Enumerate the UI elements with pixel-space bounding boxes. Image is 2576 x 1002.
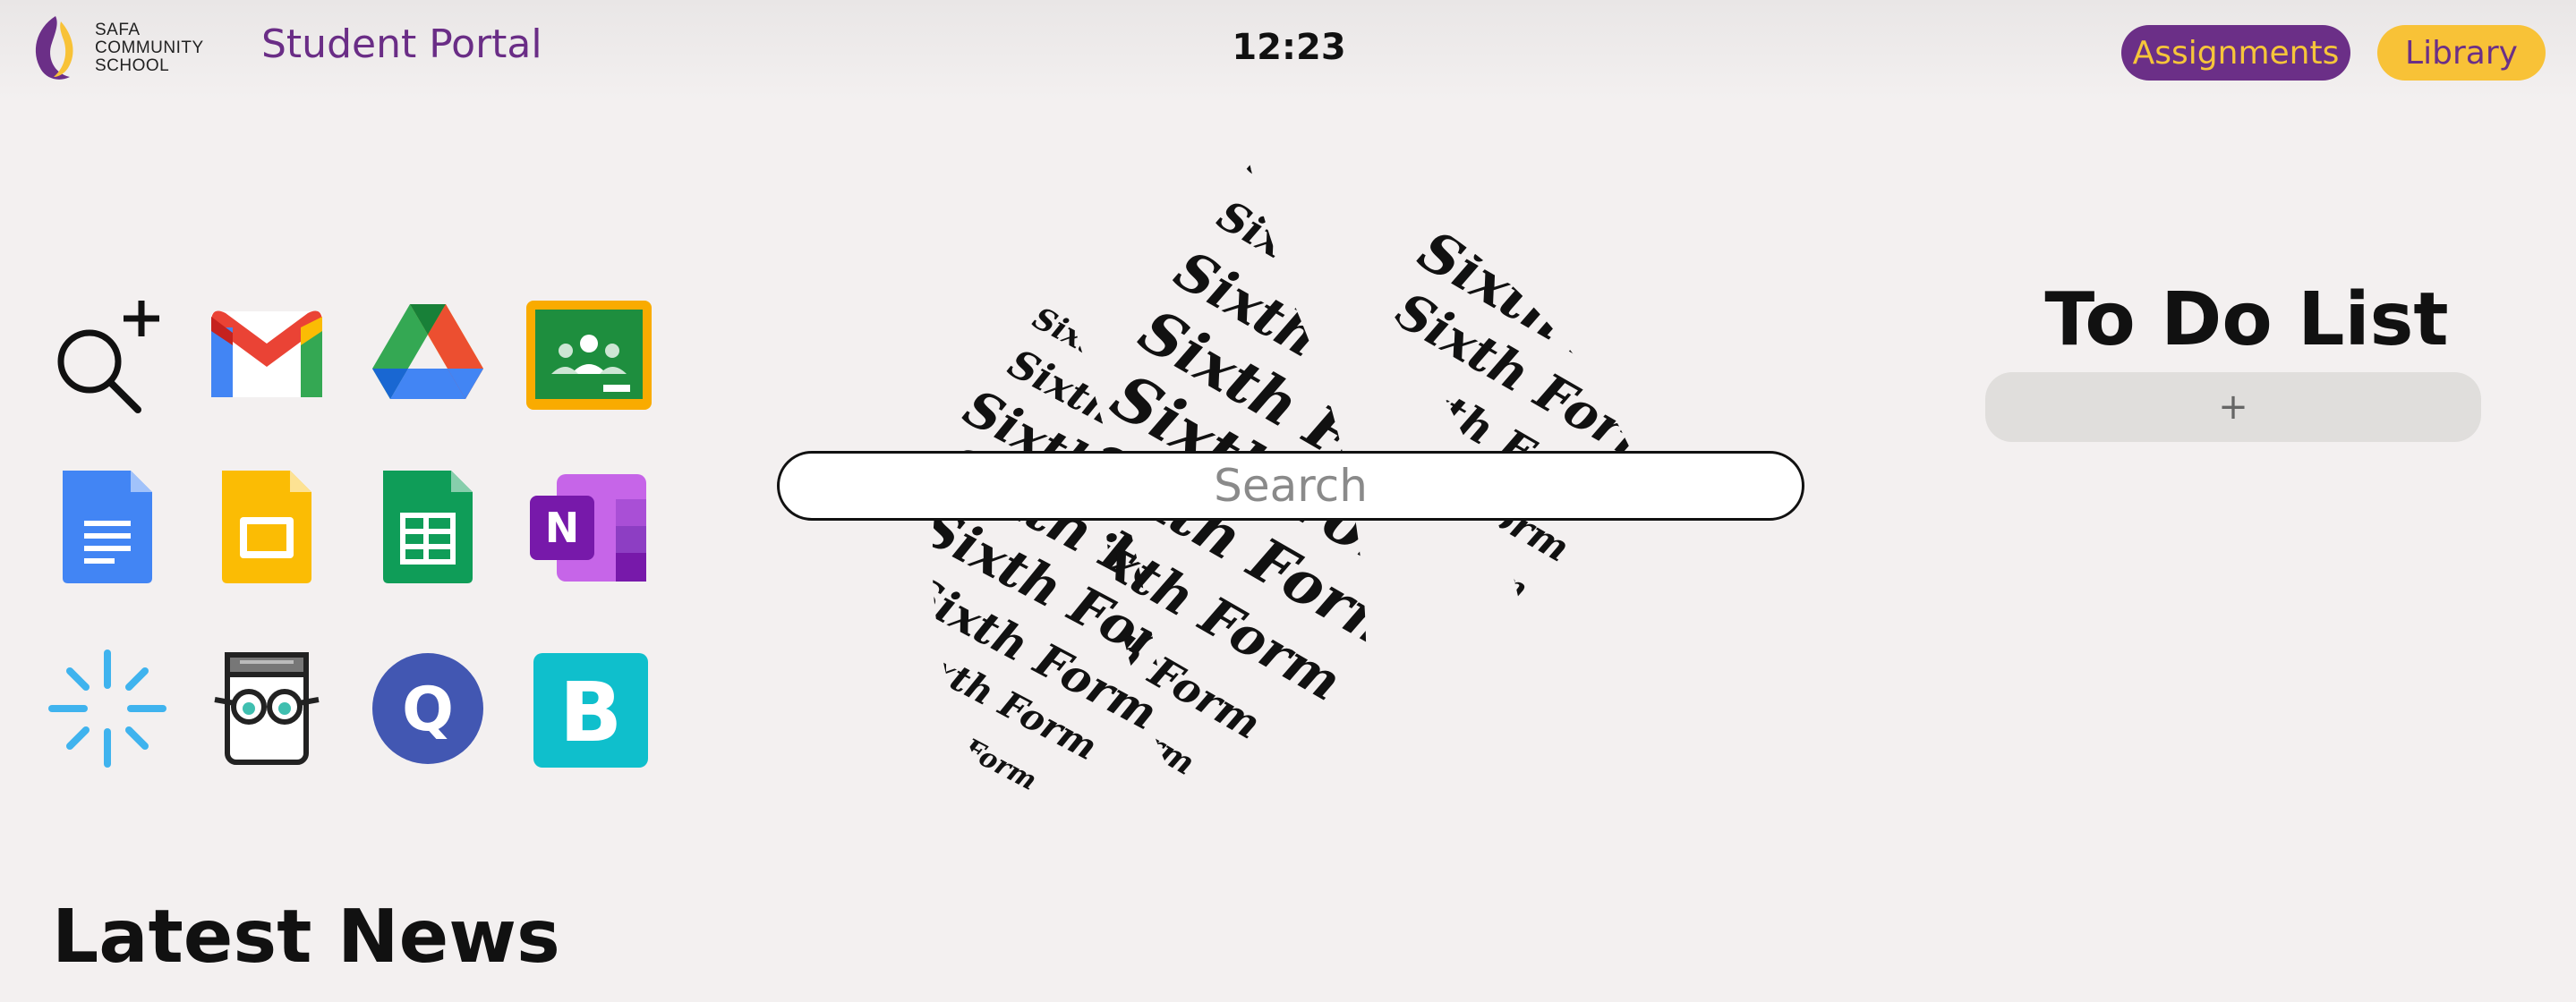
assignments-button[interactable]: Assignments [2121, 25, 2350, 81]
library-button[interactable]: Library [2377, 25, 2546, 81]
bedrock-letter: B [559, 665, 622, 760]
google-sheets-icon[interactable] [365, 463, 490, 589]
google-docs-icon[interactable] [45, 463, 170, 589]
onenote-icon[interactable]: N [526, 463, 652, 589]
todo-title: To Do List [2044, 277, 2449, 362]
wordart-text: Sixth Form [977, 776, 1094, 856]
school-logo-icon [35, 16, 73, 80]
sixth-form-wordart: Sixth Form Sixth Form Sixth Form Sixth F… [933, 106, 1697, 856]
sparkle-icon[interactable] [45, 646, 170, 771]
google-slides-icon[interactable] [204, 463, 329, 589]
gmail-icon[interactable] [204, 292, 329, 417]
quizlet-letter: Q [402, 675, 454, 745]
wordart-text: Sixth Form [1464, 118, 1697, 278]
quizlet-icon[interactable]: Q [365, 646, 490, 771]
portal-title: Student Portal [261, 21, 542, 67]
onenote-letter: N [545, 504, 580, 552]
google-classroom-icon[interactable] [526, 292, 652, 417]
clock: 12:23 [1232, 27, 1346, 68]
search-input[interactable] [777, 451, 1804, 521]
reading-book-icon[interactable] [204, 646, 329, 771]
todo-add-button[interactable]: + [1985, 372, 2481, 442]
school-name: SAFA COMMUNITY SCHOOL [95, 21, 204, 75]
wordart-text: Sixth Form [1290, 106, 1417, 195]
google-drive-icon[interactable] [365, 292, 490, 417]
news-title: Latest News [52, 895, 560, 980]
search-plus-icon[interactable] [45, 292, 170, 417]
bedrock-icon[interactable]: B [526, 646, 652, 771]
